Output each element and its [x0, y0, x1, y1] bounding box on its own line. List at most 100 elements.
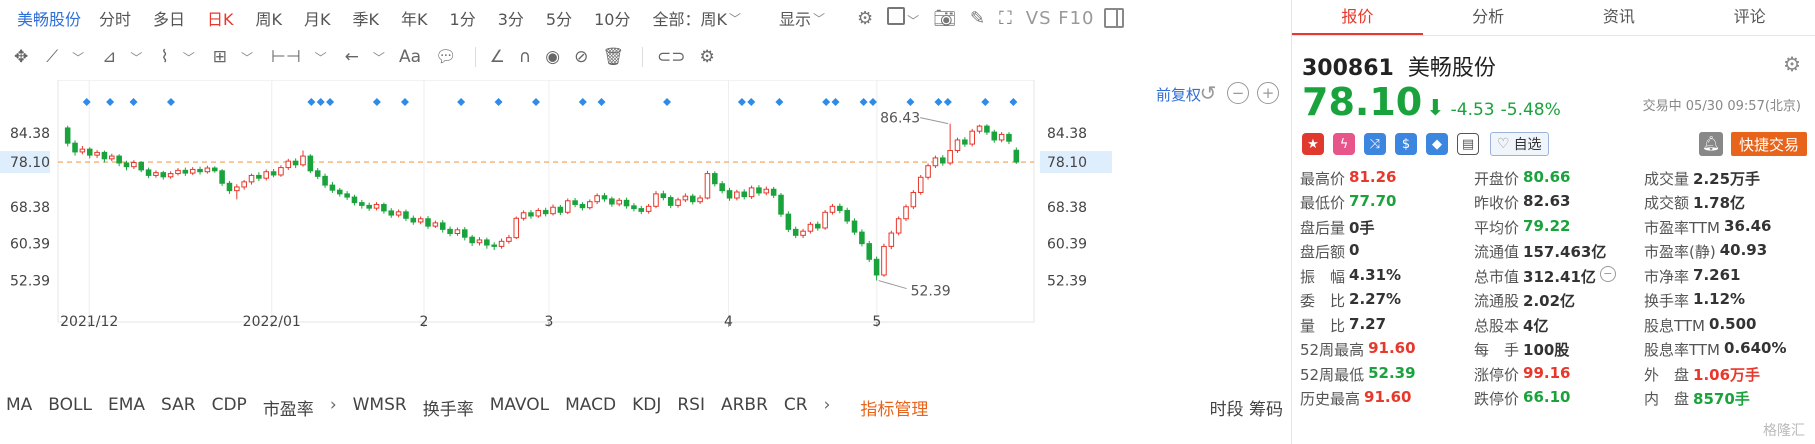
range-select[interactable]: 全部：周K ﹀: [652, 6, 741, 30]
move-icon[interactable]: ✥: [14, 47, 28, 67]
watchlist-button[interactable]: ♡ 自选: [1490, 132, 1549, 156]
indicator-tab[interactable]: RSI: [677, 395, 705, 420]
stat-cell: 涨停价 99.16: [1474, 364, 1644, 385]
stat-label: 外 盘: [1644, 365, 1690, 384]
stat-cell: 流通股 2.02亿: [1474, 290, 1644, 311]
dollar-icon[interactable]: $: [1395, 133, 1417, 155]
measure-tool[interactable]: ⊢⊣ ﹀: [271, 47, 327, 67]
trash-icon[interactable]: 🗑︎: [602, 47, 624, 67]
indicator-manager-button[interactable]: 指标管理: [860, 395, 928, 420]
indicator-tab[interactable]: 市盈率: [263, 395, 314, 420]
period-tab[interactable]: 5分: [546, 6, 572, 30]
indicator-tab[interactable]: SAR: [161, 395, 196, 420]
stat-cell: 市盈率TTM 36.46: [1644, 217, 1815, 238]
indicator-tab[interactable]: ARBR: [721, 395, 768, 420]
stat-cell: 股息TTM 0.500: [1644, 315, 1815, 336]
candle-body: [925, 165, 931, 178]
line-tool[interactable]: ⟋ ﹀: [46, 47, 84, 67]
pen-icon[interactable]: ✎: [970, 8, 985, 29]
period-tab[interactable]: 日K: [207, 6, 234, 30]
camera-icon[interactable]: 📷︎: [933, 8, 956, 29]
period-tab[interactable]: 分时: [99, 6, 131, 30]
candle-body: [719, 183, 725, 192]
x-tick-label: 4: [724, 314, 733, 330]
wave-tool[interactable]: ⌇ ﹀: [160, 47, 194, 67]
chevron-right-icon[interactable]: ›: [330, 395, 337, 420]
indicator-tab[interactable]: 换手率: [423, 395, 474, 420]
link-icon[interactable]: ⊂⊃: [657, 47, 686, 67]
reset-icon[interactable]: ↺: [1197, 81, 1219, 105]
display-select[interactable]: 显示 ﹀: [779, 6, 825, 30]
stat-label: 量 比: [1300, 316, 1346, 335]
channel-tool[interactable]: ⊿ ﹀: [102, 47, 142, 67]
chevron-right-icon[interactable]: ›: [824, 395, 831, 420]
period-tab[interactable]: 周K: [256, 6, 283, 30]
last-price: 78.10: [1302, 80, 1423, 124]
quote-tab[interactable]: 报价: [1292, 0, 1423, 35]
period-tab[interactable]: 3分: [498, 6, 524, 30]
candle-body: [366, 204, 372, 209]
angle-icon[interactable]: ∠: [490, 47, 505, 67]
stat-value: 40.93: [1719, 241, 1768, 260]
indicator-tab[interactable]: CR: [784, 395, 808, 420]
info-icon[interactable]: −: [1599, 265, 1616, 282]
comment-icon[interactable]: 💬︎: [435, 47, 457, 67]
period-tab[interactable]: 月K: [304, 6, 331, 30]
fuquan-toggle[interactable]: 前复权: [1156, 84, 1201, 105]
panel-toggle-icon[interactable]: [1104, 8, 1125, 28]
indicator-tab[interactable]: MAVOL: [490, 395, 549, 420]
candle-body: [697, 197, 703, 203]
eye-icon[interactable]: ◉: [545, 47, 560, 67]
square-icon[interactable]: ﹀: [887, 6, 919, 30]
candle-body: [814, 223, 821, 229]
bookmark-icon[interactable]: ▤: [1457, 133, 1479, 155]
candle-body: [439, 222, 446, 230]
indicator-tab[interactable]: WMSR: [353, 395, 407, 420]
fullscreen-icon[interactable]: ⛶: [999, 8, 1012, 29]
quote-stats: 最高价 81.26 开盘价 80.66 成交量 2.25万手 最低价 77.70 昨收价 82.6…: [1292, 166, 1815, 411]
candle-body: [535, 209, 542, 217]
candle-body: [712, 173, 718, 185]
candle-body: [417, 218, 424, 223]
indicator-tab[interactable]: MA: [6, 395, 32, 420]
period-tab[interactable]: 10分: [594, 6, 630, 30]
china-flag-icon[interactable]: ★: [1302, 133, 1324, 155]
shuffle-icon[interactable]: ⤨: [1364, 133, 1386, 155]
arrow-tool[interactable]: ← ﹀: [345, 47, 385, 67]
period-tab[interactable]: 1分: [450, 6, 476, 30]
tag-icon[interactable]: ◆: [1426, 133, 1448, 155]
zoom-in-icon[interactable]: +: [1257, 82, 1279, 104]
period-tab[interactable]: 年K: [401, 6, 428, 30]
stats-row: 盘后额 0 流通值 157.463亿 市盈率(静) 40.93: [1292, 240, 1815, 265]
lightning-icon[interactable]: ϟ: [1333, 133, 1355, 155]
candle-body: [564, 200, 571, 213]
period-tab[interactable]: 季K: [353, 6, 380, 30]
magnet-icon[interactable]: ∩: [519, 47, 531, 67]
quick-trade-button[interactable]: 快捷交易: [1730, 132, 1807, 156]
settings-icon[interactable]: ⚙: [699, 47, 714, 67]
candle-body: [947, 150, 953, 164]
bell-icon[interactable]: 🔔︎: [1699, 132, 1723, 156]
indicator-tab[interactable]: BOLL: [48, 395, 92, 420]
indicator-tab[interactable]: EMA: [108, 395, 145, 420]
quote-tabs: 报价 分析 资讯 评论: [1292, 0, 1815, 36]
gear-icon[interactable]: ⚙: [1783, 52, 1801, 76]
period-tab[interactable]: 多日: [153, 6, 185, 30]
kline-chart[interactable]: 2021/12 2022/01 2 3 4 5 84.38 84.38 78.10 78.10 68…: [0, 80, 1291, 385]
gear-icon[interactable]: ⚙: [857, 8, 873, 29]
vs-f10-button[interactable]: VS F10: [1026, 8, 1095, 29]
stat-cell: 换手率 1.12%: [1644, 290, 1815, 311]
timeslot-chips-button[interactable]: 时段 筹码: [1210, 395, 1283, 420]
zoom-out-icon[interactable]: −: [1227, 82, 1249, 104]
hide-icon[interactable]: ⊘: [574, 47, 588, 67]
indicator-tab[interactable]: CDP: [212, 395, 247, 420]
quote-tab[interactable]: 资讯: [1554, 0, 1685, 35]
quote-tab[interactable]: 评论: [1684, 0, 1815, 35]
candle-body: [388, 210, 395, 216]
text-tool[interactable]: Aa: [399, 47, 421, 67]
indicator-tab[interactable]: KDJ: [632, 395, 661, 420]
indicator-tab[interactable]: MACD: [565, 395, 616, 420]
fib-tool[interactable]: ⊞ ﹀: [213, 47, 253, 67]
stat-cell: 昨收价 82.63: [1474, 192, 1644, 213]
quote-tab[interactable]: 分析: [1423, 0, 1554, 35]
